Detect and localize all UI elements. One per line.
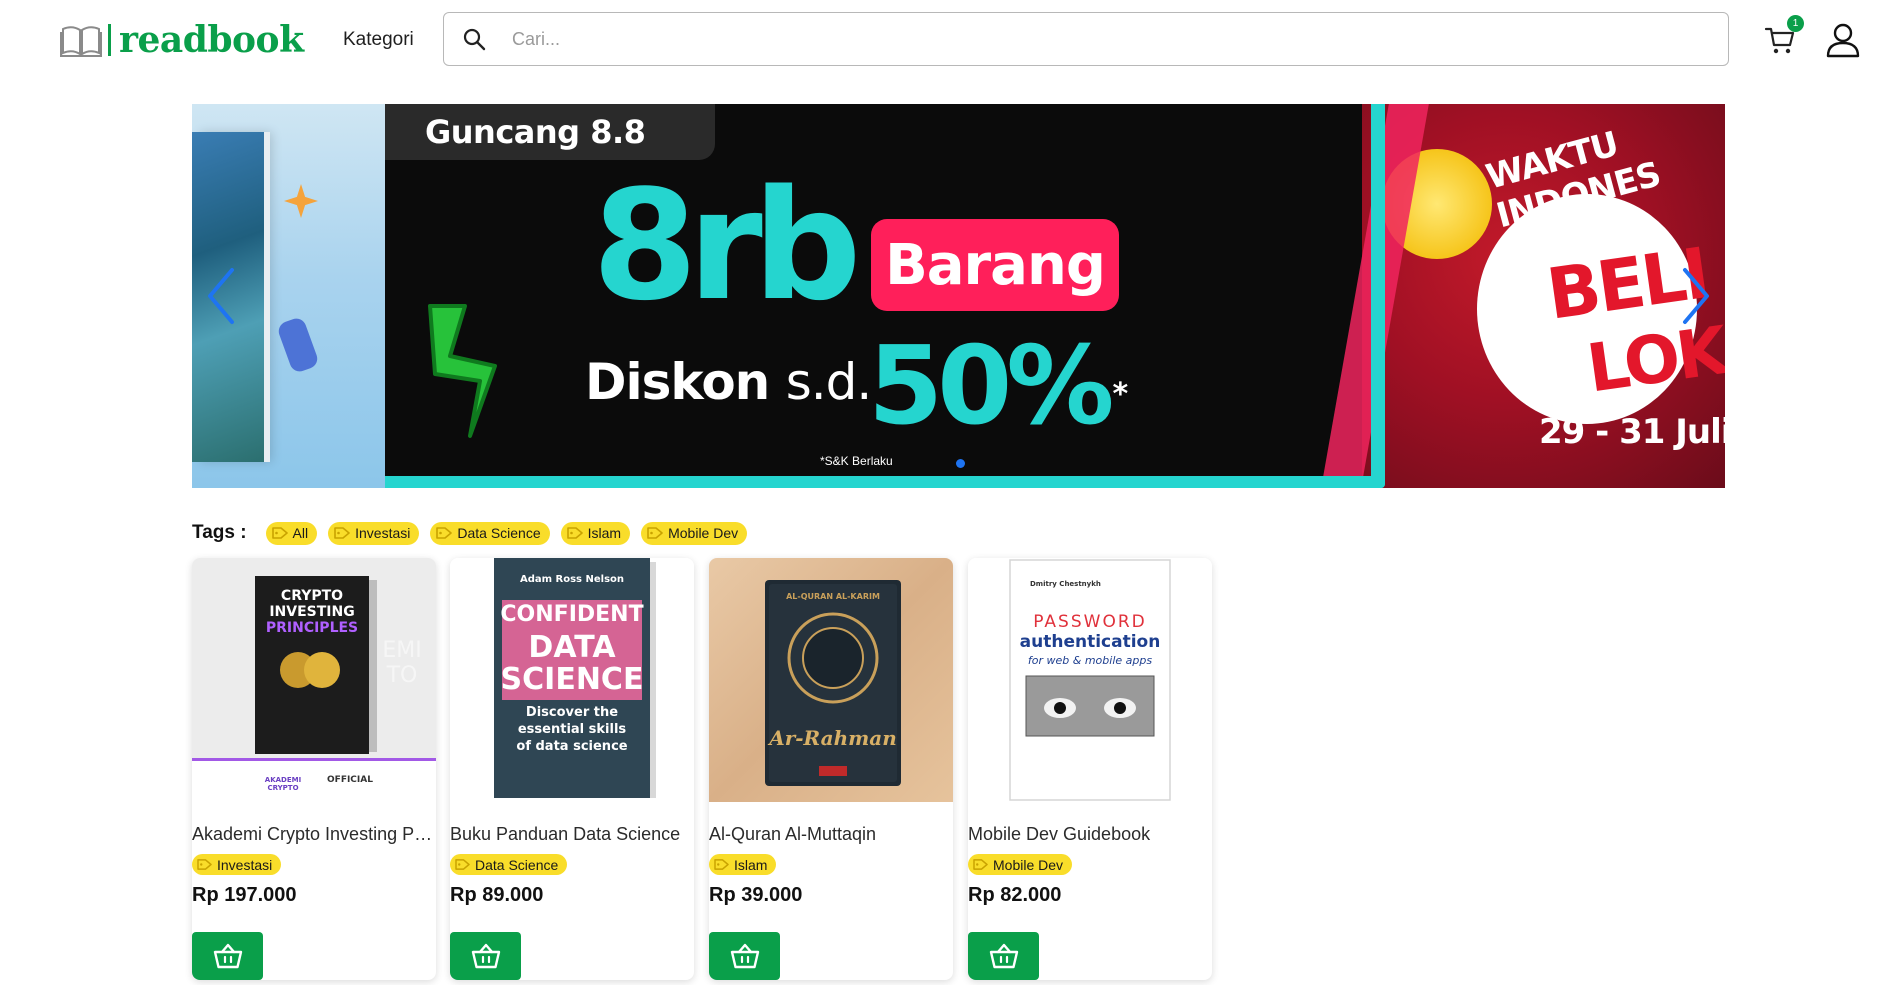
tag-filter-label: All (292, 525, 309, 541)
promo-big-number: 8rb (592, 157, 862, 334)
product-tag-label: Investasi (217, 856, 273, 873)
sd-word: s.d. (785, 353, 873, 411)
product-card[interactable]: AL-QURAN AL-KARIM Ar-Rahman Al-Quran Al-… (709, 558, 953, 980)
product-cover-image[interactable] (968, 558, 1212, 802)
search-icon[interactable] (462, 27, 486, 51)
tag-filter-all[interactable]: All (265, 521, 318, 545)
tag-filter-label: Mobile Dev (668, 525, 739, 541)
product-tag[interactable]: Data Science (450, 854, 568, 875)
basket-icon (213, 943, 242, 969)
cover-line3: for web & mobile apps (1027, 654, 1153, 667)
tag-icon (973, 859, 988, 870)
cart-count-badge: 1 (1787, 15, 1804, 32)
tag-filter-label: Data Science (457, 525, 541, 541)
product-title[interactable]: Akademi Crypto Investing Pri... (192, 824, 436, 845)
guncang-text: Guncang 8.8 (425, 113, 646, 151)
product-tag[interactable]: Investasi (192, 854, 282, 875)
tags-filter: Tags : All Investasi Data Science Islam … (192, 520, 748, 546)
cover-official: OFFICIAL (327, 775, 373, 785)
guncang-label: Guncang 8.8 (385, 104, 715, 160)
basket-icon (730, 943, 759, 969)
terms-text: *S&K Berlaku (820, 454, 893, 468)
product-tag-label: Data Science (475, 856, 559, 873)
product-card[interactable]: Adam Ross Nelson CONFIDENT DATA SCIENCE … (450, 558, 694, 980)
asterisk: * (1112, 377, 1129, 412)
cover-line1: CRYPTO (280, 588, 344, 604)
carousel-prev-arrow-icon[interactable] (202, 264, 242, 328)
cover-author: Dmitry Chestnykh (1030, 580, 1101, 588)
basket-icon (989, 943, 1018, 969)
tag-icon (436, 527, 453, 539)
diskon-text: Diskon s.d. (585, 352, 873, 412)
basket-icon (471, 943, 500, 969)
tag-icon (714, 859, 729, 870)
cover-line3: PRINCIPLES (265, 620, 359, 636)
tag-filter-label: Islam (587, 525, 622, 541)
star-decoration (284, 184, 318, 218)
kategori-menu[interactable]: Kategori (343, 28, 414, 52)
tag-icon (271, 527, 288, 539)
add-to-cart-button[interactable] (192, 932, 263, 980)
cover-watermark: EMI TO (382, 638, 422, 688)
header: readbook Kategori 1 (0, 0, 1894, 80)
add-to-cart-button[interactable] (450, 932, 521, 980)
cover-brand: AKADEMI CRYPTO (264, 776, 302, 792)
carousel-next-arrow-icon[interactable] (1675, 264, 1715, 328)
cover-name: Ar-Rahman (769, 726, 897, 750)
carousel-dot-active[interactable] (956, 459, 965, 468)
product-tag-label: Islam (734, 856, 768, 873)
add-to-cart-button[interactable] (968, 932, 1039, 980)
product-card[interactable]: CRYPTO INVESTING PRINCIPLES EMI TO AKADE… (192, 558, 436, 980)
tag-icon (647, 527, 663, 539)
product-price: Rp 197.000 (192, 884, 297, 906)
tag-icon (566, 527, 583, 539)
product-price: Rp 89.000 (450, 884, 544, 906)
product-title[interactable]: Al-Quran Al-Muttaqin (709, 824, 953, 845)
cover-line1: CONFIDENT (500, 602, 644, 627)
book-logo-icon (60, 26, 102, 57)
tag-icon (334, 527, 350, 539)
tag-filter-data-science[interactable]: Data Science (430, 521, 550, 545)
tag-filter-label: Investasi (355, 525, 411, 541)
tag-filter-mobile-dev[interactable]: Mobile Dev (641, 521, 748, 545)
cover-line3: SCIENCE (500, 662, 644, 697)
diskon-word: Diskon (585, 353, 770, 411)
date-range-text: 29 - 31 Juli (1539, 412, 1725, 452)
cover-line2: INVESTING (269, 604, 355, 620)
tag-icon (455, 859, 470, 870)
product-card[interactable]: Dmitry Chestnykh PASSWORD authentication… (968, 558, 1212, 980)
user-icon[interactable] (1825, 22, 1861, 58)
product-title[interactable]: Mobile Dev Guidebook (968, 824, 1212, 845)
tag-icon (197, 859, 212, 870)
product-tag-label: Mobile Dev (993, 856, 1064, 873)
product-tag[interactable]: Mobile Dev (968, 854, 1073, 875)
tag-filter-investasi[interactable]: Investasi (328, 521, 420, 545)
percent-value: 50% (868, 324, 1115, 449)
cover-line2: DATA (528, 630, 616, 665)
logo-divider (108, 24, 111, 56)
cover-top-text: AL-QURAN AL-KARIM (786, 592, 880, 601)
cover-author: Adam Ross Nelson (519, 574, 625, 585)
lightning-bolt-decoration (428, 304, 497, 438)
barang-badge: Barang (871, 219, 1119, 311)
logo-text: readbook (119, 19, 304, 61)
product-tag[interactable]: Islam (709, 854, 777, 875)
cover-line1: PASSWORD (1033, 612, 1147, 632)
discount-percent: 50% * (868, 328, 1129, 446)
blue-shape-decoration (275, 315, 321, 375)
add-to-cart-button[interactable] (709, 932, 780, 980)
product-price: Rp 82.000 (968, 884, 1062, 906)
promo-carousel[interactable]: Guncang 8.8 8rb Barang Diskon s.d. 50% * … (192, 104, 1725, 488)
barang-text: Barang (885, 232, 1106, 298)
product-title[interactable]: Buku Panduan Data Science (450, 824, 694, 845)
search-bar (443, 12, 1729, 66)
tag-filter-islam[interactable]: Islam (560, 521, 631, 545)
cover-subtitle: Discover the essential skills of data sc… (516, 705, 628, 754)
logo[interactable]: readbook (60, 20, 304, 60)
tags-title: Tags : (192, 522, 247, 543)
search-input[interactable] (512, 28, 1692, 50)
cover-line2: authentication (1019, 632, 1161, 652)
product-price: Rp 39.000 (709, 884, 803, 906)
